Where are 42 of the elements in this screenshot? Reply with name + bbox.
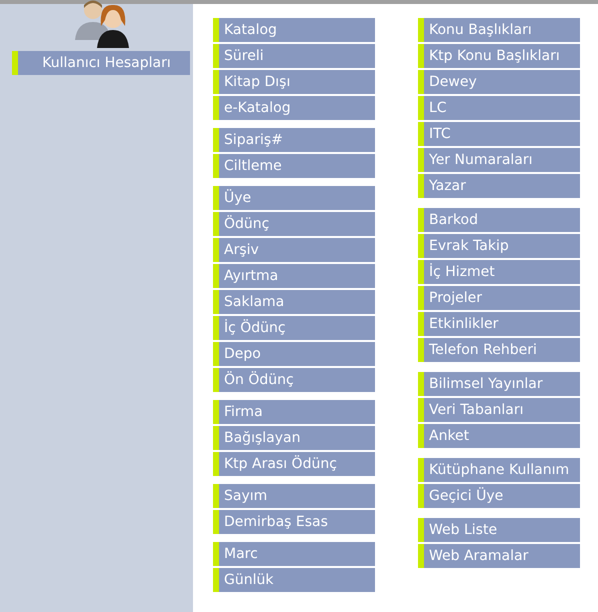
menu-button[interactable]: Demirbaş Esas <box>213 510 375 534</box>
menu-button[interactable]: Konu Başlıkları <box>418 18 580 42</box>
menu-button[interactable]: Veri Tabanları <box>418 398 580 422</box>
menu-button[interactable]: Arşiv <box>213 238 375 262</box>
menu-button[interactable]: Bilimsel Yayınlar <box>418 372 580 396</box>
menu-button[interactable]: Ayırtma <box>213 264 375 288</box>
menu-button[interactable]: Sayım <box>213 484 375 508</box>
menu-button[interactable]: İç Ödünç <box>213 316 375 340</box>
menu-button[interactable]: Web Aramalar <box>418 544 580 568</box>
menu-button[interactable]: Telefon Rehberi <box>418 338 580 362</box>
menu-button[interactable]: Anket <box>418 424 580 448</box>
menu-button[interactable]: Kitap Dışı <box>213 70 375 94</box>
menu-button[interactable]: Kütüphane Kullanım <box>418 458 580 482</box>
menu-button[interactable]: Ön Ödünç <box>213 368 375 392</box>
menu-button[interactable]: Web Liste <box>418 518 580 542</box>
menu-button[interactable]: Yer Numaraları <box>418 148 580 172</box>
menu-button[interactable]: Ktp Arası Ödünç <box>213 452 375 476</box>
menu-button[interactable]: Ödünç <box>213 212 375 236</box>
menu-button[interactable]: Firma <box>213 400 375 424</box>
menu-button[interactable]: Üye <box>213 186 375 210</box>
menu-button[interactable]: Dewey <box>418 70 580 94</box>
menu-button[interactable]: ITC <box>418 122 580 146</box>
menu-button[interactable]: Günlük <box>213 568 375 592</box>
menu-button[interactable]: Depo <box>213 342 375 366</box>
menu-button[interactable]: Yazar <box>418 174 580 198</box>
menu-button[interactable]: Süreli <box>213 44 375 68</box>
menu-button[interactable]: Barkod <box>418 208 580 232</box>
menu-button[interactable]: LC <box>418 96 580 120</box>
menu-button[interactable]: Sipariş# <box>213 128 375 152</box>
menu-button[interactable]: Saklama <box>213 290 375 314</box>
menu-button[interactable]: e-Katalog <box>213 96 375 120</box>
menu-button[interactable]: Ktp Konu Başlıkları <box>418 44 580 68</box>
menu-button[interactable]: Projeler <box>418 286 580 310</box>
sidebar-item[interactable]: Kullanıcı Hesapları <box>12 51 190 75</box>
menu-button[interactable]: Katalog <box>213 18 375 42</box>
menu-button[interactable]: Geçici Üye <box>418 484 580 508</box>
menu-button[interactable]: Marc <box>213 542 375 566</box>
menu-button[interactable]: Etkinlikler <box>418 312 580 336</box>
menu-button[interactable]: Evrak Takip <box>418 234 580 258</box>
menu-button[interactable]: Ciltleme <box>213 154 375 178</box>
menu-button[interactable]: İç Hizmet <box>418 260 580 284</box>
menu-button[interactable]: Bağışlayan <box>213 426 375 450</box>
